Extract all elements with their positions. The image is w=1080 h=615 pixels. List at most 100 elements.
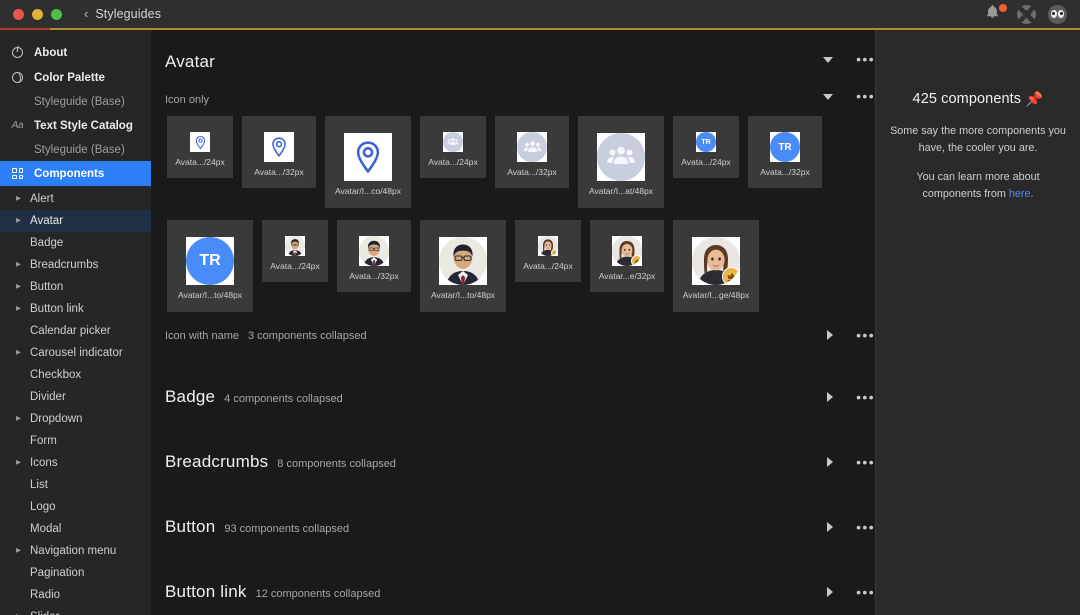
collapsed-count-label: 12 components collapsed xyxy=(255,588,381,600)
subsection-header-icon-only[interactable]: Icon only ••• xyxy=(151,89,875,106)
expand-toggle-icon[interactable] xyxy=(827,457,834,467)
expand-triangle-icon[interactable]: ▶ xyxy=(16,349,25,357)
window-traffic-lights[interactable] xyxy=(0,8,62,20)
sidebar-item-list[interactable]: ▶ List xyxy=(0,474,151,496)
avatar-cell[interactable]: Avata.../32px xyxy=(242,116,316,188)
sidebar-item-pagination[interactable]: ▶ Pagination xyxy=(0,562,151,584)
avatar-cell[interactable]: Avata.../24px xyxy=(515,220,581,282)
sidebar-item-label: Text Style Catalog xyxy=(34,119,133,132)
section-header-avatar[interactable]: Avatar ••• xyxy=(151,52,875,72)
avatar-cell[interactable]: Avatar/I...co/48px xyxy=(325,116,411,208)
sidebar-item-button[interactable]: ▶ Button xyxy=(0,276,151,298)
canvas-area[interactable]: Avatar ••• Icon only ••• Avata.../24px A… xyxy=(151,30,875,615)
info-circle-icon xyxy=(10,45,25,58)
avatar-cell[interactable]: Avata.../32px xyxy=(495,116,569,188)
panel-description-line-1: Some say the more components you have, t… xyxy=(890,125,1066,154)
more-options-icon[interactable]: ••• xyxy=(856,585,875,599)
sidebar-item-dropdown[interactable]: ▶ Dropdown xyxy=(0,408,151,430)
expand-toggle-icon[interactable] xyxy=(827,330,834,340)
notifications-bell-icon[interactable] xyxy=(985,3,1007,25)
more-options-icon[interactable]: ••• xyxy=(856,455,875,469)
sidebar-item-alert[interactable]: ▶ Alert xyxy=(0,188,151,210)
avatar-cell[interactable]: Avatar/I...to/48px xyxy=(420,220,506,312)
avatar-cell[interactable]: Avatar/I...ge/48px xyxy=(673,220,759,312)
pushpin-icon: 📌 xyxy=(1025,92,1044,108)
more-options-icon[interactable]: ••• xyxy=(856,328,875,342)
collapsed-section-icon-with-name[interactable]: Icon with name 3 components collapsed ••• xyxy=(151,328,875,343)
spacer-icon: ▶ xyxy=(16,570,25,577)
sidebar-item-slider[interactable]: ▶Slider xyxy=(0,606,151,615)
sidebar-item-radio[interactable]: ▶ Radio xyxy=(0,584,151,606)
avatar-photo-man-icon xyxy=(439,237,487,285)
sidebar-item-navigation-menu[interactable]: ▶ Navigation menu xyxy=(0,540,151,562)
sidebar-item-text-style-catalog[interactable]: Aa Text Style Catalog xyxy=(0,113,151,138)
sidebar-item-color-palette[interactable]: Color Palette xyxy=(0,65,151,90)
sidebar-item-about[interactable]: About xyxy=(0,40,151,65)
expand-triangle-icon[interactable]: ▶ xyxy=(16,415,25,423)
collapsed-section-badge[interactable]: Badge 4 components collapsed ••• xyxy=(151,387,875,407)
sidebar-item-label: Breadcrumbs xyxy=(30,259,99,271)
sidebar-item-label: Alert xyxy=(30,193,54,205)
sidebar-component-list[interactable]: ▶ Alert ▶ Avatar ▶ Badge ▶ Breadcrumbs ▶ Button ▶ B… xyxy=(0,188,151,615)
more-options-icon[interactable]: ••• xyxy=(856,89,875,103)
avatar-photo-man-icon xyxy=(285,236,305,256)
sidebar-item-label: Styleguide (Base) xyxy=(34,143,125,156)
avatar-cell[interactable]: Avata.../24px xyxy=(262,220,328,282)
expand-triangle-icon[interactable]: ▶ xyxy=(16,195,25,203)
user-avatar-eyes-icon[interactable] xyxy=(1047,4,1068,25)
sidebar-subitem-styleguide-base-text[interactable]: Styleguide (Base) xyxy=(0,138,151,161)
expand-toggle-icon[interactable] xyxy=(827,522,834,532)
avatar-cell[interactable]: Avatar/I...at/48px xyxy=(578,116,664,208)
avatar-cell[interactable]: Avatar...e/32px xyxy=(590,220,664,292)
avatar-cell[interactable]: Avata.../24px xyxy=(420,116,486,178)
avatar-cell[interactable]: Avata.../24px xyxy=(167,116,233,178)
close-window-button[interactable] xyxy=(13,8,24,20)
collapse-toggle-icon[interactable] xyxy=(823,93,834,100)
collapsed-sections-list: Icon with name 3 components collapsed ••• B… xyxy=(151,328,875,615)
sidebar-item-calendar-picker[interactable]: ▶ Calendar picker xyxy=(0,320,151,342)
sidebar-item-form[interactable]: ▶ Form xyxy=(0,430,151,452)
sidebar-item-logo[interactable]: ▶ Logo xyxy=(0,496,151,518)
avatar-caption: Avata.../24px xyxy=(270,261,320,271)
expand-triangle-icon[interactable]: ▶ xyxy=(16,547,25,555)
sidebar-item-badge[interactable]: ▶ Badge xyxy=(0,232,151,254)
section-title: Icon with name xyxy=(165,330,239,342)
avatar-cell[interactable]: TR Avata.../32px xyxy=(748,116,822,188)
minimize-window-button[interactable] xyxy=(32,8,43,20)
help-lifebuoy-icon[interactable] xyxy=(1016,4,1037,25)
collapsed-section-button[interactable]: Button 93 components collapsed ••• xyxy=(151,517,875,537)
back-chevron-icon[interactable]: ‹ xyxy=(84,7,88,20)
sidebar-item-modal[interactable]: ▶ Modal xyxy=(0,518,151,540)
sidebar-item-components[interactable]: Components xyxy=(0,161,151,186)
more-options-icon[interactable]: ••• xyxy=(856,52,875,66)
learn-more-link[interactable]: here xyxy=(1009,188,1031,200)
avatar-cell[interactable]: TR Avata.../24px xyxy=(673,116,739,178)
sidebar-item-checkbox[interactable]: ▶ Checkbox xyxy=(0,364,151,386)
collapsed-section-breadcrumbs[interactable]: Breadcrumbs 8 components collapsed ••• xyxy=(151,452,875,472)
expand-triangle-icon[interactable]: ▶ xyxy=(16,459,25,467)
expand-triangle-icon[interactable]: ▶ xyxy=(16,261,25,269)
maximize-window-button[interactable] xyxy=(51,8,62,20)
section-controls: ••• xyxy=(827,520,875,534)
expand-triangle-icon[interactable]: ▶ xyxy=(16,305,25,313)
more-options-icon[interactable]: ••• xyxy=(856,390,875,404)
sidebar-item-divider[interactable]: ▶ Divider xyxy=(0,386,151,408)
avatar-cell[interactable]: TR Avatar/I...to/48px xyxy=(167,220,253,312)
more-options-icon[interactable]: ••• xyxy=(856,520,875,534)
collapse-toggle-icon[interactable] xyxy=(823,56,834,63)
sidebar-subitem-styleguide-base-palette[interactable]: Styleguide (Base) xyxy=(0,90,151,113)
sidebar-item-icons[interactable]: ▶ Icons xyxy=(0,452,151,474)
expand-toggle-icon[interactable] xyxy=(827,587,834,597)
avatar-cell[interactable]: Avata.../32px xyxy=(337,220,411,292)
sidebar-item-avatar[interactable]: ▶ Avatar xyxy=(0,210,151,232)
sidebar-item-breadcrumbs[interactable]: ▶ Breadcrumbs xyxy=(0,254,151,276)
sidebar-item-button-link[interactable]: ▶ Button link xyxy=(0,298,151,320)
expand-triangle-icon[interactable]: ▶ xyxy=(16,283,25,291)
expand-triangle-icon[interactable]: ▶ xyxy=(16,217,25,225)
sidebar-item-label: Badge xyxy=(30,237,64,249)
expand-toggle-icon[interactable] xyxy=(827,392,834,402)
collapsed-section-button-link[interactable]: Button link 12 components collapsed ••• xyxy=(151,582,875,602)
spacer-icon: ▶ xyxy=(16,394,25,401)
sidebar[interactable]: About Color Palette Styleguide (Base) Aa… xyxy=(0,30,151,615)
sidebar-item-carousel-indicator[interactable]: ▶ Carousel indicator xyxy=(0,342,151,364)
